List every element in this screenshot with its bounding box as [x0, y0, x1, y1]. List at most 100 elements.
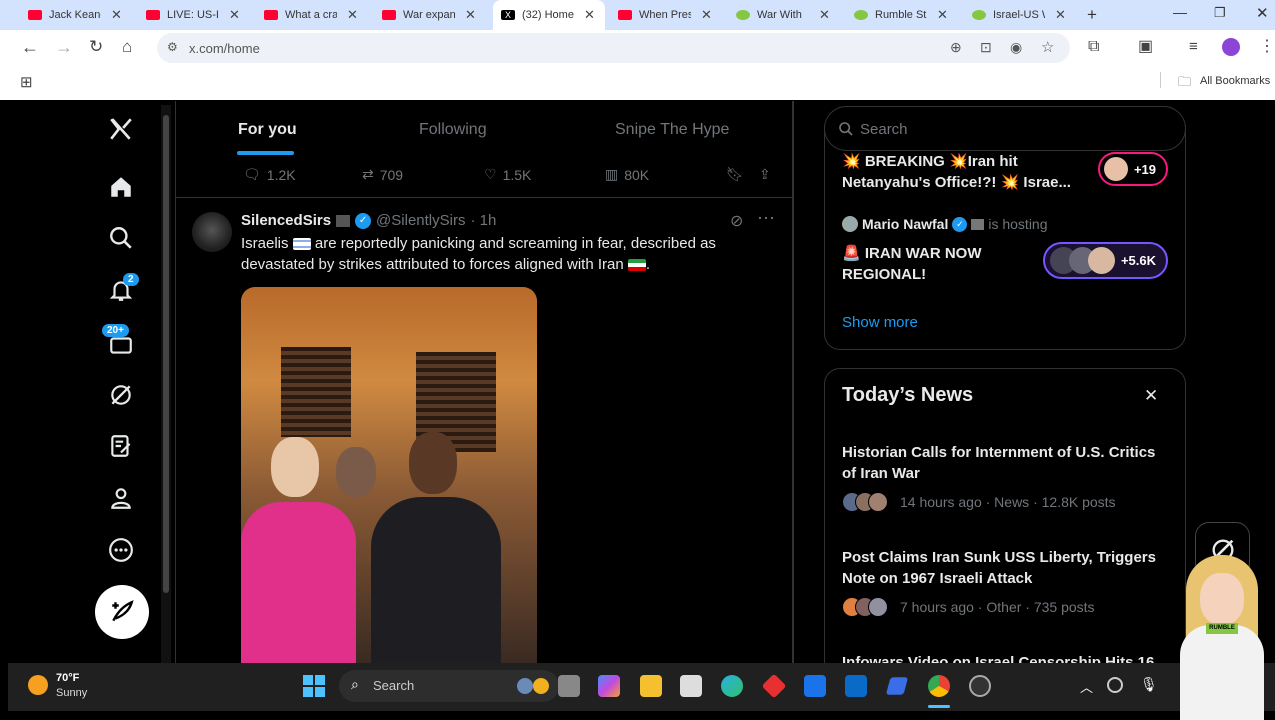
repost-button[interactable]: ⇄ 709 [362, 166, 403, 183]
extensions-icon[interactable]: ⧉ [1088, 38, 1099, 56]
space-listeners-pill[interactable]: +19 [1098, 152, 1168, 186]
avatar [1088, 247, 1115, 274]
app-icon[interactable] [969, 675, 991, 697]
browser-tab[interactable]: War With ✕ [736, 0, 846, 30]
bookmark-star-icon[interactable]: ☆ [1041, 38, 1054, 56]
dropbox-icon[interactable] [804, 675, 826, 697]
sun-icon[interactable] [28, 675, 48, 695]
install-app-icon[interactable]: ⊡ [980, 39, 992, 56]
microphone-icon[interactable]: 🎙︎ [1140, 676, 1158, 693]
copilot-icon[interactable] [598, 675, 620, 697]
outlook-icon[interactable] [845, 675, 867, 697]
close-tab-icon[interactable]: ✕ [229, 7, 240, 23]
weather-temp[interactable]: 70°F [56, 672, 79, 684]
taskbar-search-box[interactable]: ⌕ Search [339, 670, 559, 702]
app-icon[interactable] [885, 677, 909, 695]
home-icon[interactable]: ⌂ [122, 38, 132, 56]
compose-post-button[interactable] [95, 585, 149, 639]
chevron-up-icon[interactable]: ︿ [1080, 677, 1093, 696]
profile-icon[interactable] [107, 484, 135, 512]
space-listeners-pill[interactable]: +5.6K [1043, 242, 1168, 279]
news-item-title[interactable]: Post Claims Iran Sunk USS Liberty, Trigg… [842, 547, 1172, 589]
windows-start-icon[interactable] [303, 675, 325, 697]
reply-button[interactable]: 🗨 1.2K [243, 166, 296, 183]
avatar[interactable] [192, 212, 232, 252]
browser-tab[interactable]: LIVE: US-Israel ✕ [146, 0, 256, 30]
apps-grid-icon[interactable]: ⊞ [20, 73, 33, 91]
close-icon[interactable]: ✕ [1144, 386, 1158, 406]
all-bookmarks-link[interactable]: All Bookmarks [1200, 75, 1270, 87]
share-icon[interactable]: ⇪ [759, 166, 771, 183]
news-item-title[interactable]: Historian Calls for Internment of U.S. C… [842, 442, 1172, 484]
close-tab-icon[interactable]: ✕ [347, 7, 358, 23]
reload-icon[interactable]: ↻ [89, 38, 103, 56]
tab-snipe-the-hype[interactable]: Snipe The Hype [615, 121, 729, 139]
close-tab-icon[interactable]: ✕ [584, 7, 595, 23]
like-button[interactable]: ♡ 1.5K [484, 166, 531, 183]
grok-icon[interactable]: ⊘ [730, 211, 743, 231]
store-icon[interactable] [680, 675, 702, 697]
close-tab-icon[interactable]: ✕ [465, 7, 476, 23]
eye-icon[interactable]: ◉ [1010, 39, 1022, 56]
back-arrow-icon[interactable]: ← [21, 38, 39, 56]
menu-dots-icon[interactable]: ⋮ [1259, 38, 1275, 56]
tab-following[interactable]: Following [419, 121, 487, 139]
author-name[interactable]: SilencedSirs [241, 212, 331, 229]
browser-tab[interactable]: Jack Keane ✕ [28, 0, 138, 30]
minimize-button[interactable]: — [1173, 4, 1187, 20]
browser-tab[interactable]: Rumble Studio ✕ [854, 0, 964, 30]
close-window-button[interactable]: ✕ [1256, 4, 1269, 22]
more-options-icon[interactable]: ⋯ [757, 208, 775, 229]
task-view-icon[interactable] [558, 675, 580, 697]
post-video[interactable] [241, 287, 537, 663]
forward-arrow-icon[interactable]: → [55, 38, 73, 56]
address-bar[interactable]: ⚙ x.com/home ⊕ ⊡ ◉ ☆ [157, 33, 1070, 63]
zoom-icon[interactable]: ⊕ [950, 39, 962, 56]
nav-scrollbar-thumb[interactable] [163, 115, 169, 593]
app-icon[interactable] [761, 673, 787, 699]
close-tab-icon[interactable]: ✕ [937, 7, 948, 23]
site-info-icon[interactable]: ⚙ [167, 40, 178, 54]
browser-tab[interactable]: Israel-US War ✕ [972, 0, 1082, 30]
bookmark-icon[interactable]: 🔖︎ [726, 166, 744, 183]
news-item-title[interactable]: Infowars Video on Israel Censorship Hits… [842, 652, 1172, 663]
more-icon[interactable] [107, 536, 135, 564]
close-tab-icon[interactable]: ✕ [1055, 7, 1066, 23]
chrome-icon[interactable] [928, 675, 950, 697]
browser-tab[interactable]: What a crazy ✕ [264, 0, 374, 30]
close-tab-icon[interactable]: ✕ [701, 7, 712, 23]
browser-tab[interactable]: War expands ✕ [382, 0, 492, 30]
search-icon[interactable] [107, 224, 135, 252]
weather-condition[interactable]: Sunny [56, 687, 87, 699]
browser-tab-active[interactable]: X (32) Home / X ✕ [493, 0, 605, 30]
file-explorer-icon[interactable] [640, 675, 662, 697]
nav-scrollbar[interactable] [161, 105, 171, 663]
close-tab-icon[interactable]: ✕ [819, 7, 830, 23]
close-tab-icon[interactable]: ✕ [111, 7, 122, 23]
figure-dark [371, 497, 501, 663]
author-handle[interactable]: @SilentlySirs [376, 212, 465, 229]
new-tab-button[interactable]: + [1087, 5, 1097, 25]
show-more-link[interactable]: Show more [842, 314, 918, 331]
tab-for-you[interactable]: For you [238, 121, 297, 139]
tray-icon[interactable] [1107, 677, 1123, 693]
browser-tab[interactable]: When Pres ✕ [618, 0, 728, 30]
news-item-meta: 14 hours ago · News · 12.8K posts [900, 494, 1116, 510]
lists-icon[interactable] [107, 432, 135, 460]
reading-list-icon[interactable]: ≡ [1189, 38, 1198, 56]
news-header: Today’s News [842, 384, 974, 406]
restore-button[interactable]: ❐ [1214, 5, 1226, 21]
home-icon[interactable] [107, 173, 135, 201]
x-logo-icon[interactable] [107, 115, 135, 143]
url-text[interactable]: x.com/home [189, 41, 260, 56]
host-name[interactable]: Mario Nawfal [862, 216, 948, 232]
side-panel-icon[interactable]: ▣ [1138, 38, 1153, 56]
views-button[interactable]: ▥ 80K [605, 166, 649, 183]
post-time[interactable]: · 1h [470, 212, 496, 229]
edge-icon[interactable] [721, 675, 743, 697]
divider [176, 197, 792, 198]
space-title[interactable]: 🚨 IRAN WAR NOW REGIONAL! [842, 243, 1032, 285]
space-title[interactable]: 💥 BREAKING 💥Iran hit Netanyahu's Office!… [842, 151, 1092, 193]
profile-avatar[interactable] [1222, 38, 1240, 56]
grok-icon[interactable] [107, 381, 135, 409]
